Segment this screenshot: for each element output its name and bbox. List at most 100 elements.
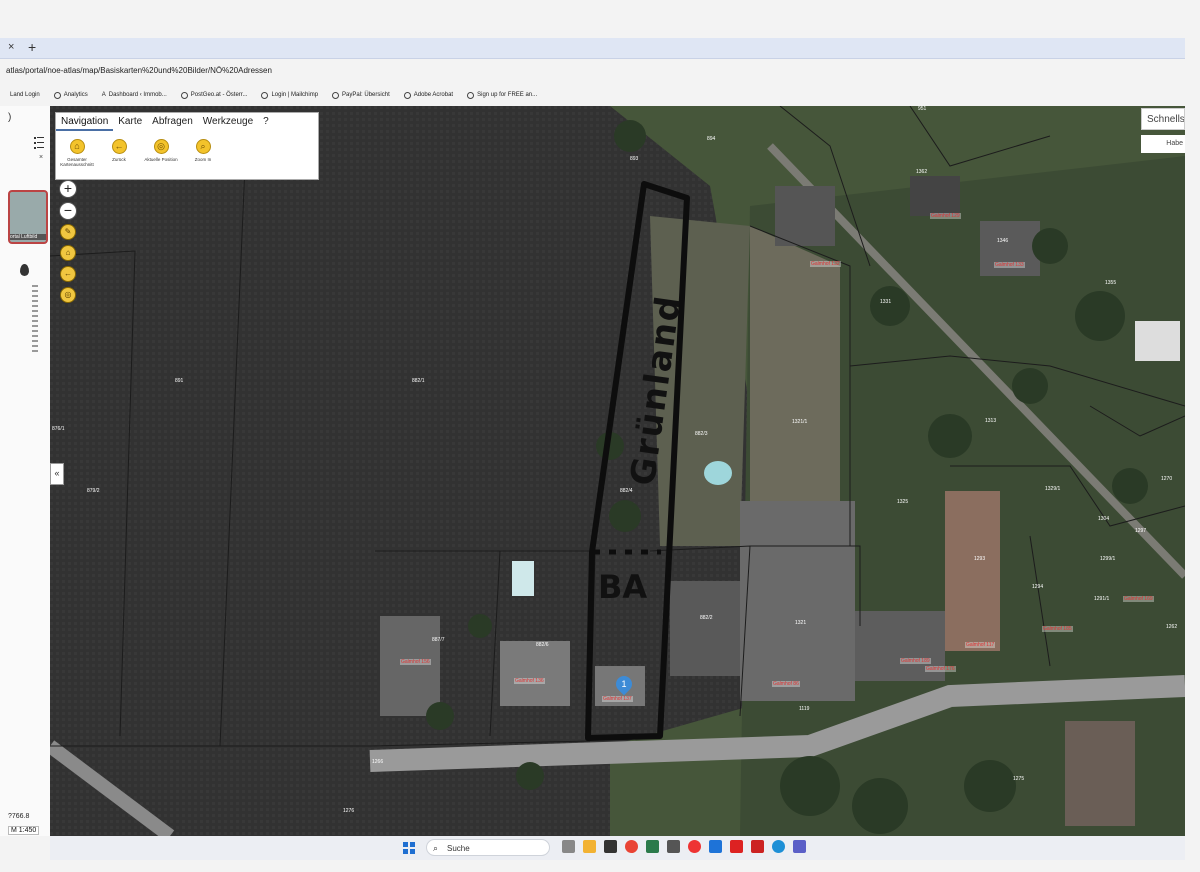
- layer-list-icon[interactable]: [34, 136, 44, 150]
- parcel-number: 1266: [372, 759, 384, 765]
- bookmark-item[interactable]: Sign up for FREE an...: [467, 89, 537, 101]
- tab-navigation[interactable]: Navigation: [56, 113, 114, 131]
- tab-abfragen[interactable]: Abfragen: [147, 113, 198, 131]
- drop-icon[interactable]: [20, 264, 29, 276]
- taskbar-apps: [562, 840, 806, 853]
- parcel-number: 882/4: [620, 488, 633, 494]
- browser-tab-bar: × +: [0, 38, 1185, 59]
- address-label: Galmhof 136: [514, 678, 545, 684]
- zoom-out-button[interactable]: −: [59, 202, 77, 220]
- app-icon[interactable]: [667, 840, 680, 853]
- parcel-number: 882/2: [700, 615, 713, 621]
- scale-value: ?766.8: [8, 813, 30, 820]
- collapse-panel-button[interactable]: «: [50, 463, 64, 485]
- app-icon[interactable]: [604, 840, 617, 853]
- bookmark-item[interactable]: A Dashboard ‹ Immob...: [102, 89, 167, 101]
- parcel-number: 1329/1: [1045, 486, 1061, 492]
- address-bar[interactable]: atlas/portal/noe-atlas/map/Basiskarten%2…: [6, 66, 272, 75]
- parcel-number: 951: [918, 106, 927, 112]
- bookmark-item[interactable]: Adobe Acrobat: [403, 89, 453, 101]
- rail-paren: ): [8, 112, 12, 123]
- measure-icon[interactable]: ✎: [60, 224, 76, 240]
- parcel-number: 887/7: [432, 637, 445, 643]
- tab-close-icon[interactable]: ×: [8, 41, 14, 53]
- zoom-controls: + − ✎ ⌂ ← ◎: [59, 180, 77, 308]
- scale-ratio[interactable]: M 1:450: [8, 826, 40, 835]
- globe-icon: [332, 91, 340, 99]
- address-label: Galmhof 133: [994, 262, 1025, 268]
- address-label: Galmhof 176: [925, 666, 956, 672]
- windows-start-icon[interactable]: [403, 842, 415, 854]
- full-extent-button[interactable]: ⌂ Gesamter Kartenausschnitt: [60, 139, 94, 167]
- legend-strip: [32, 285, 38, 355]
- app-icon[interactable]: [562, 840, 575, 853]
- locate-icon: ◎: [153, 139, 169, 154]
- parcel-number: 1276: [343, 808, 355, 814]
- bookmark-item[interactable]: Login | Mailchimp: [261, 89, 318, 101]
- edge-icon[interactable]: [772, 840, 785, 853]
- address-label: Galmhof 137: [602, 696, 633, 702]
- globe-icon: [180, 91, 188, 99]
- bookmark-item[interactable]: Analytics: [53, 89, 88, 101]
- app-icon[interactable]: [646, 840, 659, 853]
- back-button[interactable]: ← Zurück: [102, 139, 136, 167]
- opera-icon[interactable]: [688, 840, 701, 853]
- back-icon: ←: [111, 139, 127, 154]
- basemap-thumbnail[interactable]: ortal Luftbild: [8, 190, 48, 244]
- quick-search-input[interactable]: Schnells: [1141, 108, 1185, 130]
- app-icon[interactable]: [751, 840, 764, 853]
- parcel-number: 876/1: [52, 426, 65, 432]
- parcel-number: 1321/1: [792, 419, 808, 425]
- current-position-button[interactable]: ◎ Aktuelle Position: [144, 139, 178, 167]
- globe-icon: [261, 91, 269, 99]
- bookmark-item[interactable]: PayPal: Übersicht: [332, 89, 390, 101]
- app-icon[interactable]: [709, 840, 722, 853]
- tab-help[interactable]: ?: [258, 113, 274, 131]
- parcel-number: 1293: [974, 556, 986, 562]
- bookmarks-bar: Land Login Analytics A Dashboard ‹ Immob.…: [10, 89, 537, 101]
- folder-icon[interactable]: [583, 840, 596, 853]
- zoom-in-tool-button[interactable]: ⌕ Zoom In: [186, 139, 220, 167]
- parcel-number: 882/1: [412, 378, 425, 384]
- new-tab-button[interactable]: +: [28, 39, 36, 55]
- parcel-number: 879/2: [87, 488, 100, 494]
- map-view[interactable]: 894 893 891 882/1 876/1 879/2 882/3 882/…: [50, 106, 1185, 836]
- parcel-number: 1313: [985, 418, 997, 424]
- address-label: Galmhof 169: [1123, 596, 1154, 602]
- parcel-number: 891: [175, 378, 184, 384]
- aerial-image: [50, 106, 1185, 836]
- bookmark-item[interactable]: PostGeo.at - Österr...: [180, 89, 247, 101]
- acrobat-icon[interactable]: [730, 840, 743, 853]
- address-label: Galmhof 156: [400, 659, 431, 665]
- parcel-number: 1297: [1135, 528, 1147, 534]
- tab-karte[interactable]: Karte: [113, 113, 147, 131]
- teams-icon[interactable]: [793, 840, 806, 853]
- parcel-number: 1119: [799, 706, 810, 712]
- home-icon: ⌂: [69, 139, 85, 154]
- tab-werkzeuge[interactable]: Werkzeuge: [198, 113, 258, 131]
- parcel-number: 882/3: [695, 431, 708, 437]
- location-pin-icon[interactable]: 1: [612, 672, 636, 696]
- parcel-number: 1321: [795, 620, 807, 626]
- parcel-number: 1331: [880, 299, 892, 305]
- address-label: Galmhof 132: [810, 261, 841, 267]
- parcel-number: 1304: [1098, 516, 1110, 522]
- parcel-number: 1291/1: [1094, 596, 1110, 602]
- zoom-in-button[interactable]: +: [59, 180, 77, 198]
- back-icon[interactable]: ←: [60, 266, 76, 282]
- home-icon[interactable]: ⌂: [60, 245, 76, 261]
- chrome-icon[interactable]: [625, 840, 638, 853]
- handwritten-ba: BA: [598, 568, 648, 606]
- parcel-number: 1294: [1032, 584, 1044, 590]
- address-label: Galmhof 117: [965, 642, 996, 648]
- parcel-number: 894: [707, 136, 716, 142]
- parcel-number: 1299/1: [1100, 556, 1116, 562]
- locate-icon[interactable]: ◎: [60, 287, 76, 303]
- parcel-number: 1275: [1013, 776, 1025, 782]
- close-panel-icon[interactable]: ×: [39, 154, 43, 161]
- search-icon: ⌕: [433, 843, 439, 853]
- bookmark-item[interactable]: Land Login: [10, 89, 40, 101]
- parcel-number: 1362: [916, 169, 928, 175]
- taskbar-search[interactable]: ⌕ Suche: [426, 839, 550, 856]
- parcel-number: 1262: [1166, 624, 1178, 630]
